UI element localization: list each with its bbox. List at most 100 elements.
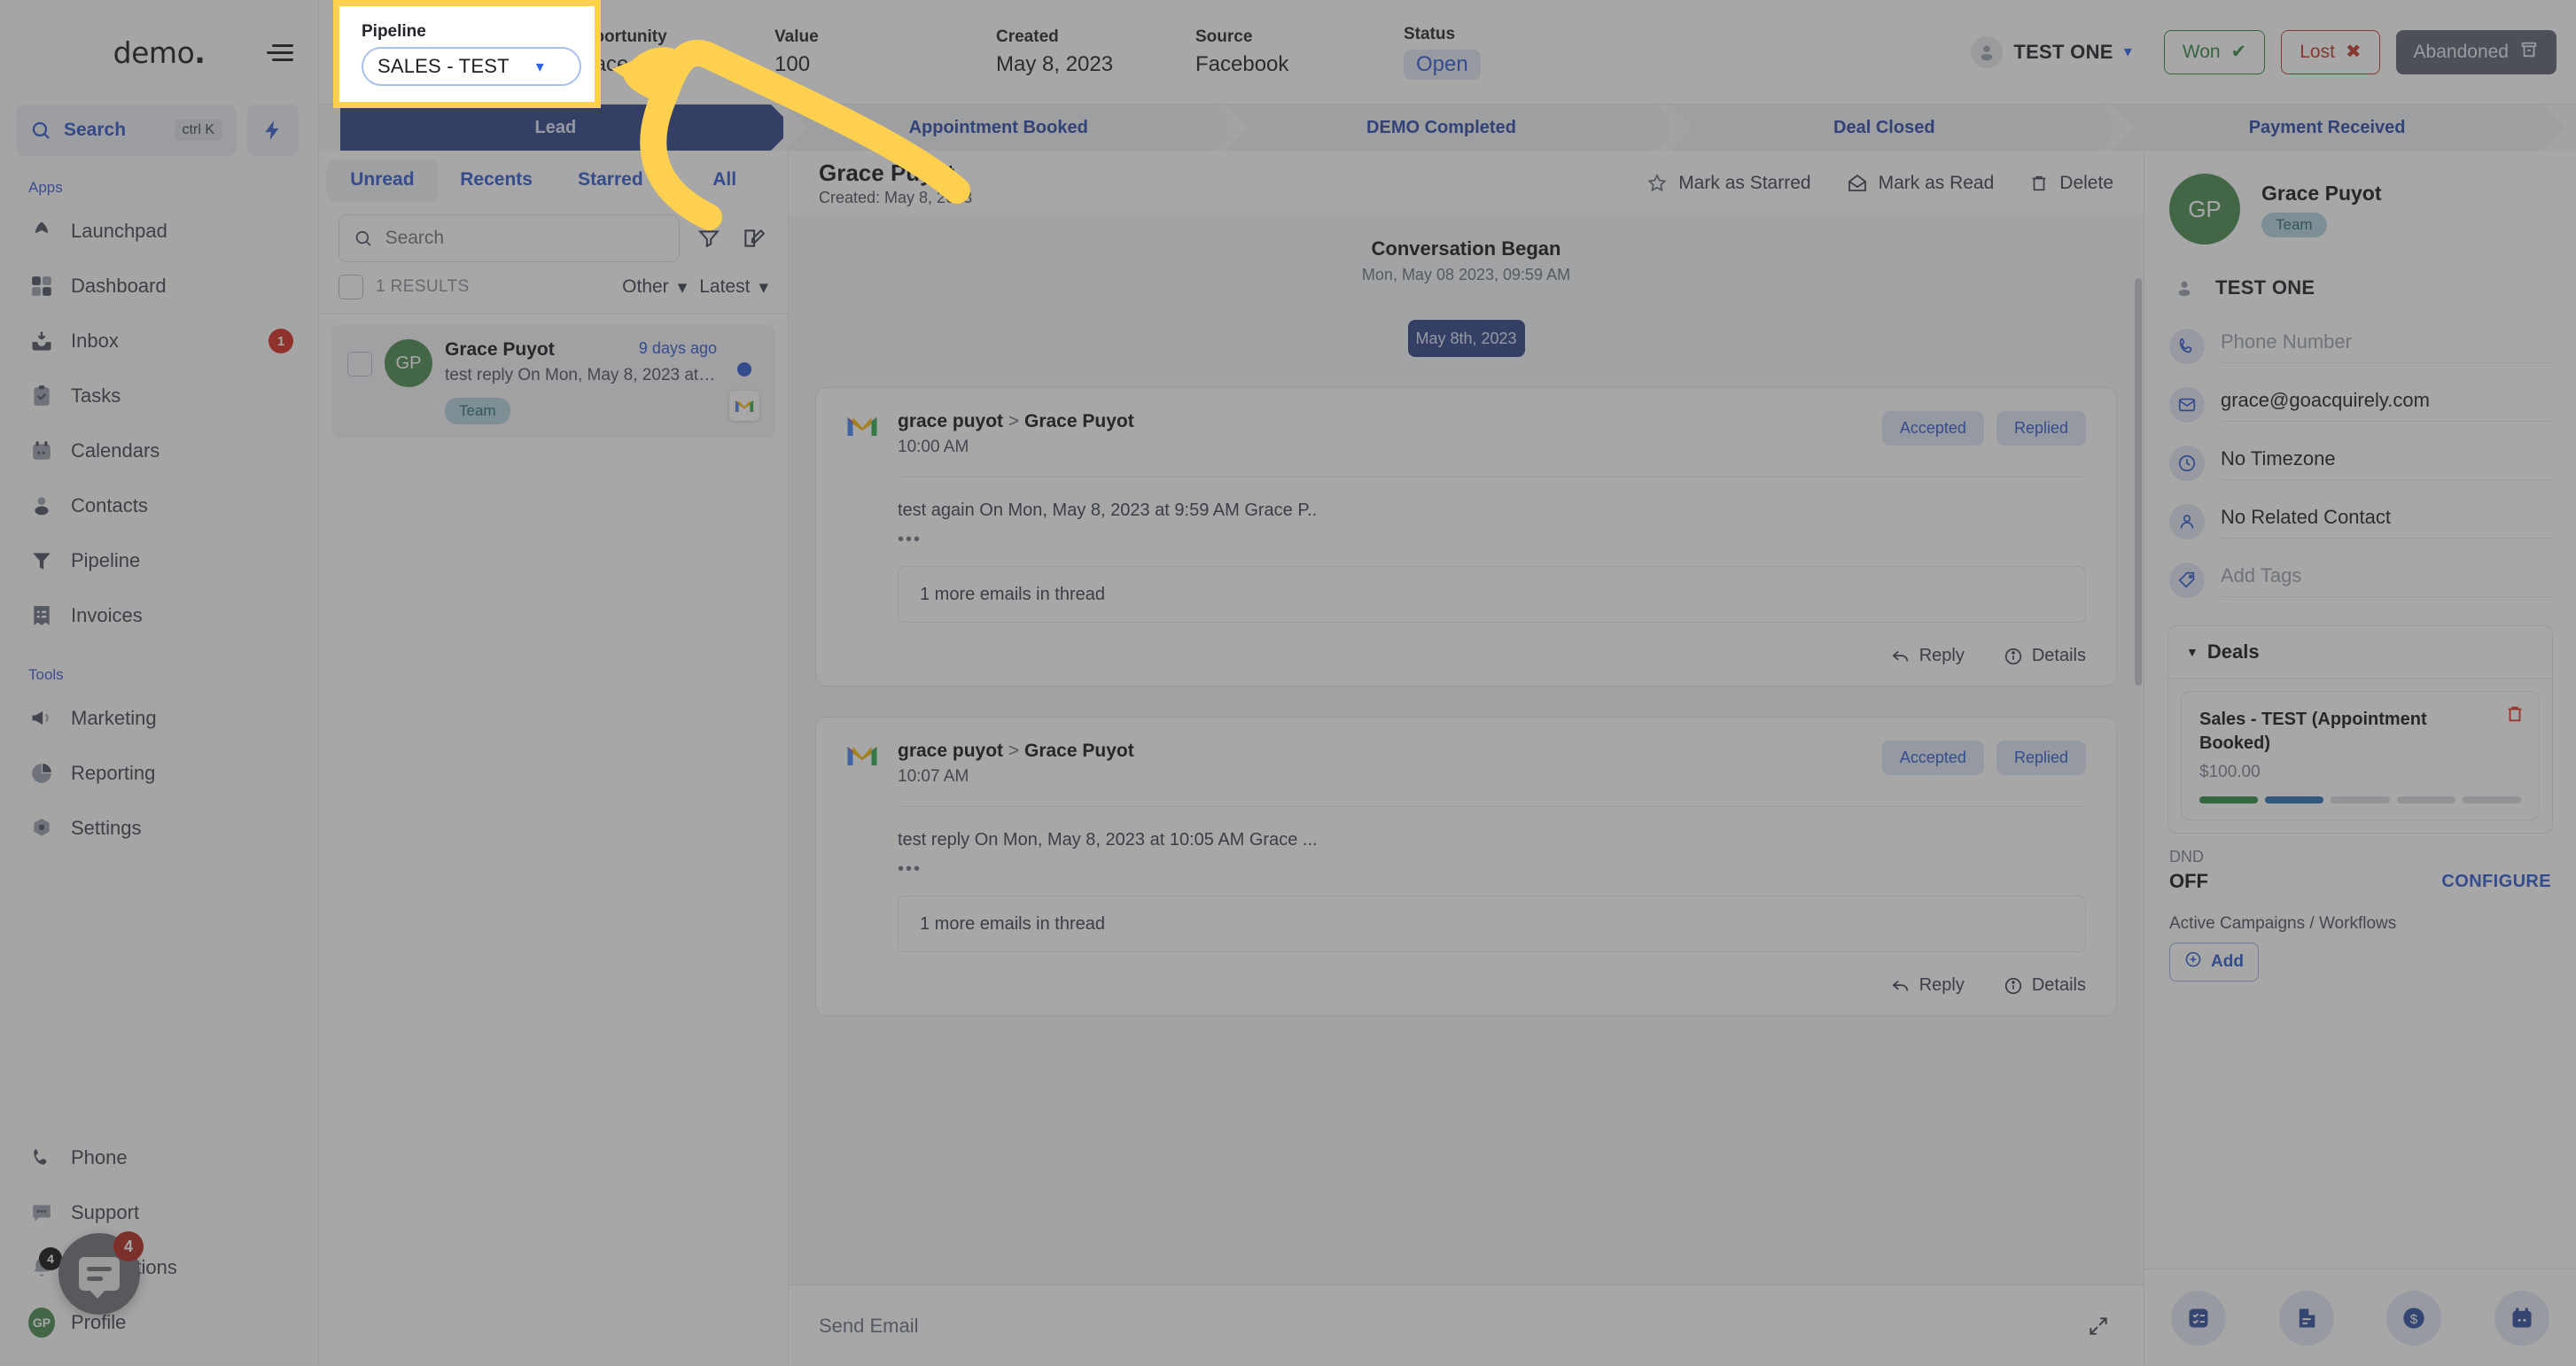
opportunity-owner-select[interactable]: TEST ONE ▾ — [1971, 35, 2132, 68]
field-key: Status — [1404, 24, 1456, 43]
reply-button[interactable]: Reply — [1891, 646, 1965, 666]
mark-as-read-button[interactable]: Mark as Read — [1847, 173, 1995, 194]
deals-header[interactable]: ▼ Deals — [2168, 626, 2552, 679]
abandoned-button[interactable]: Abandoned — [2395, 29, 2557, 74]
tab-recents[interactable]: Recents — [442, 160, 551, 199]
sidebar-item-contacts[interactable]: Contacts — [0, 478, 318, 533]
conversation-search-input[interactable] — [385, 228, 665, 249]
stage-payment-received[interactable]: Payment Received — [2112, 105, 2565, 151]
details-button[interactable]: Details — [2004, 975, 2086, 996]
sidebar-item-label: Reporting — [71, 762, 156, 784]
field-key: Created — [996, 27, 1059, 46]
chevron-down-icon: ▾ — [759, 276, 768, 298]
contact-footer-actions: $ — [2144, 1269, 2576, 1366]
sidebar-item-settings[interactable]: Settings — [0, 801, 318, 856]
sidebar-item-support[interactable]: Support — [0, 1185, 318, 1240]
sidebar-item-invoices[interactable]: Invoices — [0, 588, 318, 643]
configure-button[interactable]: CONFIGURE — [2441, 872, 2551, 892]
filter-dropdown[interactable]: Other ▾ — [622, 276, 687, 299]
more-emails-button[interactable]: 1 more emails in thread — [898, 566, 2086, 623]
tab-starred[interactable]: Starred — [556, 160, 665, 199]
expand-icon[interactable] — [2083, 1311, 2113, 1341]
sidebar-item-pipeline[interactable]: Pipeline — [0, 533, 318, 588]
appointments-icon[interactable] — [2494, 1290, 2550, 1346]
contact-tags-row[interactable]: Add Tags — [2144, 551, 2576, 609]
details-button[interactable]: Details — [2004, 646, 2086, 666]
tab-unread[interactable]: Unread — [328, 160, 437, 199]
status-badge: Open — [1404, 49, 1481, 80]
contact-email-row[interactable]: grace@goacquirely.com — [2144, 376, 2576, 434]
stage-deal-closed[interactable]: Deal Closed — [1669, 105, 2122, 151]
select-all-checkbox[interactable] — [339, 275, 363, 299]
list-item[interactable]: GP Grace Puyot 9 days ago test reply On … — [331, 325, 775, 439]
megaphone-icon — [28, 705, 55, 732]
won-button[interactable]: Won ✔ — [2163, 29, 2266, 74]
collapse-sidebar-icon[interactable] — [267, 37, 297, 67]
stage-lead[interactable]: Lead — [340, 105, 794, 151]
conversation-search[interactable] — [339, 214, 680, 262]
payments-icon[interactable]: $ — [2386, 1290, 2442, 1346]
deal-item[interactable]: Sales - TEST (Appointment Booked) $100.0… — [2181, 691, 2540, 820]
conversation-time-ago: 9 days ago — [638, 339, 717, 357]
action-label: Mark as Read — [1878, 173, 1995, 193]
sidebar-item-inbox[interactable]: Inbox 1 — [0, 314, 318, 369]
sidebar-item-phone[interactable]: Phone — [0, 1130, 318, 1185]
reply-label: Reply — [1918, 646, 1965, 665]
sort-dropdown-label: Latest — [699, 276, 751, 297]
filter-dropdown-label: Other — [622, 276, 669, 297]
sidebar-item-calendars[interactable]: Calendars — [0, 423, 318, 478]
pipeline-select-highlight[interactable]: SALES - TEST ▾ — [362, 47, 581, 86]
sidebar-item-marketing[interactable]: Marketing — [0, 691, 318, 746]
timezone-value: No Timezone — [2221, 447, 2551, 480]
sidebar-item-profile[interactable]: GP Profile — [0, 1295, 318, 1350]
sidebar-item-label: Contacts — [71, 494, 148, 516]
expand-dots-icon[interactable]: ••• — [898, 859, 2086, 880]
avatar: GP — [28, 1308, 55, 1338]
check-icon: ✔ — [2230, 42, 2247, 62]
chat-widget-button[interactable]: 4 — [58, 1231, 144, 1315]
reply-button[interactable]: Reply — [1891, 975, 1965, 996]
contact-related-row[interactable]: No Related Contact — [2144, 493, 2576, 551]
sidebar-item-label: Calendars — [71, 439, 160, 462]
stage-demo-completed[interactable]: DEMO Completed — [1226, 105, 1680, 151]
notes-icon[interactable] — [2278, 1290, 2334, 1346]
delete-deal-icon[interactable] — [2505, 704, 2525, 728]
delete-button[interactable]: Delete — [2029, 173, 2113, 194]
filter-icon[interactable] — [694, 223, 724, 253]
sidebar-item-launchpad[interactable]: Launchpad — [0, 204, 318, 259]
sidebar-item-label: Marketing — [71, 707, 157, 729]
sidebar-item-reporting[interactable]: Reporting — [0, 746, 318, 801]
main-area: Pipeline SALES - TEST ▾ Opportunity Grac… — [319, 0, 2576, 1366]
send-email-bar[interactable]: Send Email — [789, 1285, 2144, 1366]
contact-phone-row[interactable]: Phone Number — [2144, 317, 2576, 376]
more-emails-button[interactable]: 1 more emails in thread — [898, 896, 2086, 952]
contact-details-panel: GP Grace Puyot Team TEST ONE Phone Numbe… — [2144, 151, 2576, 1366]
quick-actions-button[interactable] — [247, 105, 299, 156]
deal-name: Sales - TEST (Appointment Booked) — [2199, 710, 2427, 753]
stage-label: Appointment Booked — [908, 117, 1088, 137]
status-badge: Replied — [1996, 741, 2086, 775]
sort-dropdown[interactable]: Latest ▾ — [699, 276, 768, 299]
add-campaign-button[interactable]: Add — [2169, 943, 2259, 982]
contact-timezone-row[interactable]: No Timezone — [2144, 434, 2576, 493]
tab-all[interactable]: All — [670, 160, 779, 199]
sidebar-item-tasks[interactable]: Tasks — [0, 369, 318, 423]
lost-button[interactable]: Lost ✖ — [2281, 29, 2380, 74]
owner-avatar-icon — [1971, 35, 2004, 68]
conversation-checkbox[interactable] — [347, 352, 372, 376]
sidebar-item-dashboard[interactable]: Dashboard — [0, 259, 318, 314]
expand-dots-icon[interactable]: ••• — [898, 530, 2086, 550]
inbox-badge: 1 — [268, 329, 293, 353]
sidebar-item-notifications[interactable]: 4 Notifications — [0, 1240, 318, 1295]
action-label: Delete — [2059, 173, 2113, 193]
mark-as-starred-button[interactable]: Mark as Starred — [1646, 173, 1811, 194]
reply-icon — [1892, 650, 1908, 662]
stage-appointment-booked[interactable]: Appointment Booked — [782, 105, 1237, 151]
search-input[interactable]: Search ctrl K — [16, 105, 237, 156]
thread-scrollbar[interactable] — [2135, 216, 2142, 1285]
campaigns-label: Active Campaigns / Workflows — [2169, 914, 2397, 933]
message-to: Grace Puyot — [1023, 411, 1134, 431]
tasks-icon[interactable] — [2170, 1290, 2226, 1346]
compose-icon[interactable] — [738, 223, 768, 253]
chat-bubble-icon — [79, 1257, 120, 1299]
